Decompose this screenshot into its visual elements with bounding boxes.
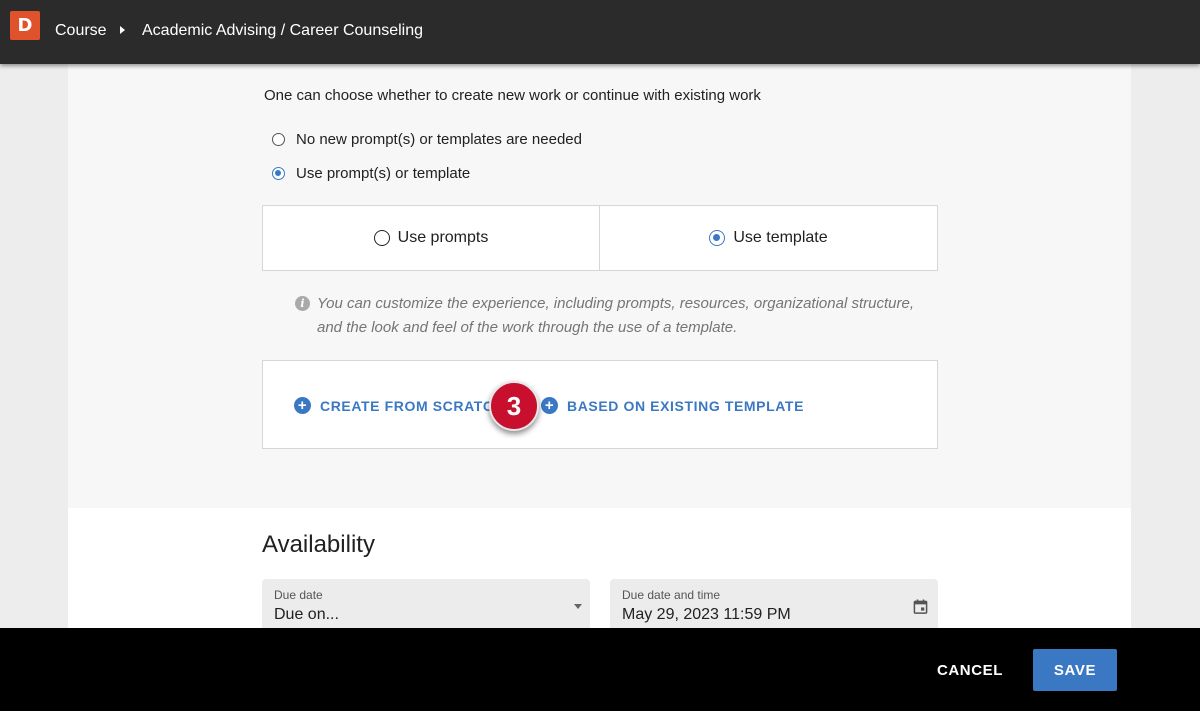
breadcrumb-title: Academic Advising / Career Counseling xyxy=(142,22,424,39)
availability-heading: Availability xyxy=(262,531,375,558)
due-date-label: Due date xyxy=(274,588,323,602)
availability-panel xyxy=(68,508,1131,628)
app-logo[interactable]: D xyxy=(10,11,40,40)
radio-use-prompts-or-template[interactable] xyxy=(272,167,285,180)
create-from-scratch-label: CREATE FROM SCRATCH xyxy=(320,397,505,414)
choice-use-template[interactable]: Use template xyxy=(599,205,938,271)
breadcrumb-course[interactable]: Course xyxy=(55,22,107,40)
option-label: No new prompt(s) or templates are needed xyxy=(296,131,582,148)
radio-use-prompts[interactable] xyxy=(373,230,390,246)
save-button[interactable]: SAVE xyxy=(1033,649,1117,691)
based-on-existing-label: BASED ON EXISTING TEMPLATE xyxy=(567,397,805,414)
due-date-select[interactable]: Due date Due on... xyxy=(262,579,590,629)
due-date-value: Due on... xyxy=(274,606,339,623)
cancel-button[interactable]: CANCEL xyxy=(925,649,1015,691)
due-datetime-value: May 29, 2023 11:59 PM xyxy=(622,606,791,623)
option-no-new-prompts[interactable]: No new prompt(s) or templates are needed xyxy=(272,131,582,148)
top-bar: D Course Academic Advising / Career Coun… xyxy=(0,0,1200,64)
due-datetime-field[interactable]: Due date and time May 29, 2023 11:59 PM xyxy=(610,579,938,629)
dropdown-caret-icon xyxy=(574,604,582,609)
radio-use-template[interactable] xyxy=(709,230,726,246)
template-info-text: You can customize the experience, includ… xyxy=(317,295,914,336)
plus-circle-icon: + xyxy=(541,397,558,414)
action-bar xyxy=(0,628,1200,711)
breadcrumb-separator-icon xyxy=(120,26,125,34)
choice-label: Use prompts xyxy=(397,229,489,246)
calendar-icon[interactable] xyxy=(913,599,928,614)
choice-label: Use template xyxy=(733,229,828,246)
choice-use-prompts[interactable]: Use prompts xyxy=(262,205,600,271)
work-intro-text: One can choose whether to create new wor… xyxy=(264,87,761,104)
option-label: Use prompt(s) or template xyxy=(296,165,471,182)
option-use-prompts-or-template[interactable]: Use prompt(s) or template xyxy=(272,165,470,182)
create-from-scratch-button[interactable]: + CREATE FROM SCRATCH xyxy=(294,397,504,414)
radio-no-new-prompts[interactable] xyxy=(272,133,285,146)
based-on-existing-template-button[interactable]: + BASED ON EXISTING TEMPLATE xyxy=(541,397,804,414)
step-number-badge: 3 xyxy=(489,381,539,431)
plus-circle-icon: + xyxy=(294,397,311,414)
info-icon: i xyxy=(295,296,310,311)
due-datetime-label: Due date and time xyxy=(622,588,721,602)
